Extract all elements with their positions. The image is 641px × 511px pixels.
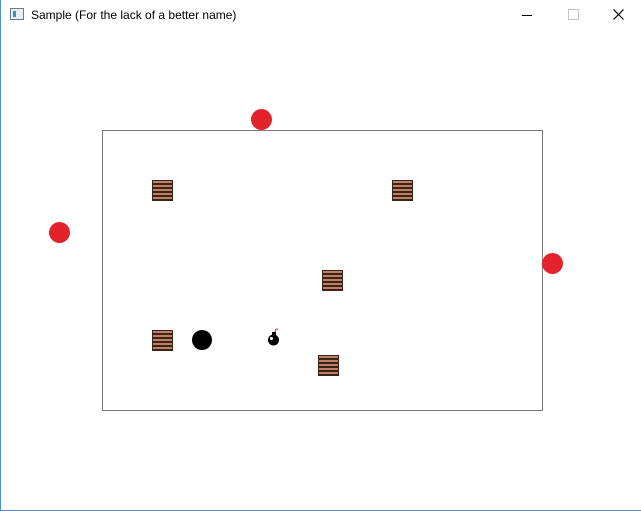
crate-obstacle — [318, 355, 339, 376]
minimize-button[interactable] — [503, 0, 549, 30]
game-window: Sample (For the lack of a better name) — [0, 0, 641, 511]
crate-obstacle — [322, 270, 343, 291]
maximize-icon — [568, 9, 579, 20]
window-app-icon[interactable] — [10, 8, 24, 20]
maximize-button[interactable] — [549, 0, 595, 30]
crate-obstacle — [152, 180, 173, 201]
close-icon — [613, 9, 624, 20]
enemy-red-ball — [251, 109, 272, 130]
window-title: Sample (For the lack of a better name) — [31, 8, 237, 22]
crate-obstacle — [152, 330, 173, 351]
crate-obstacle — [392, 180, 413, 201]
enemy-red-ball — [49, 222, 70, 243]
close-button[interactable] — [595, 0, 641, 30]
bomb-icon — [268, 328, 279, 346]
player-ball — [192, 330, 212, 350]
enemy-red-ball — [542, 253, 563, 274]
minimize-icon — [522, 15, 532, 16]
title-bar[interactable]: Sample (For the lack of a better name) — [1, 0, 641, 30]
